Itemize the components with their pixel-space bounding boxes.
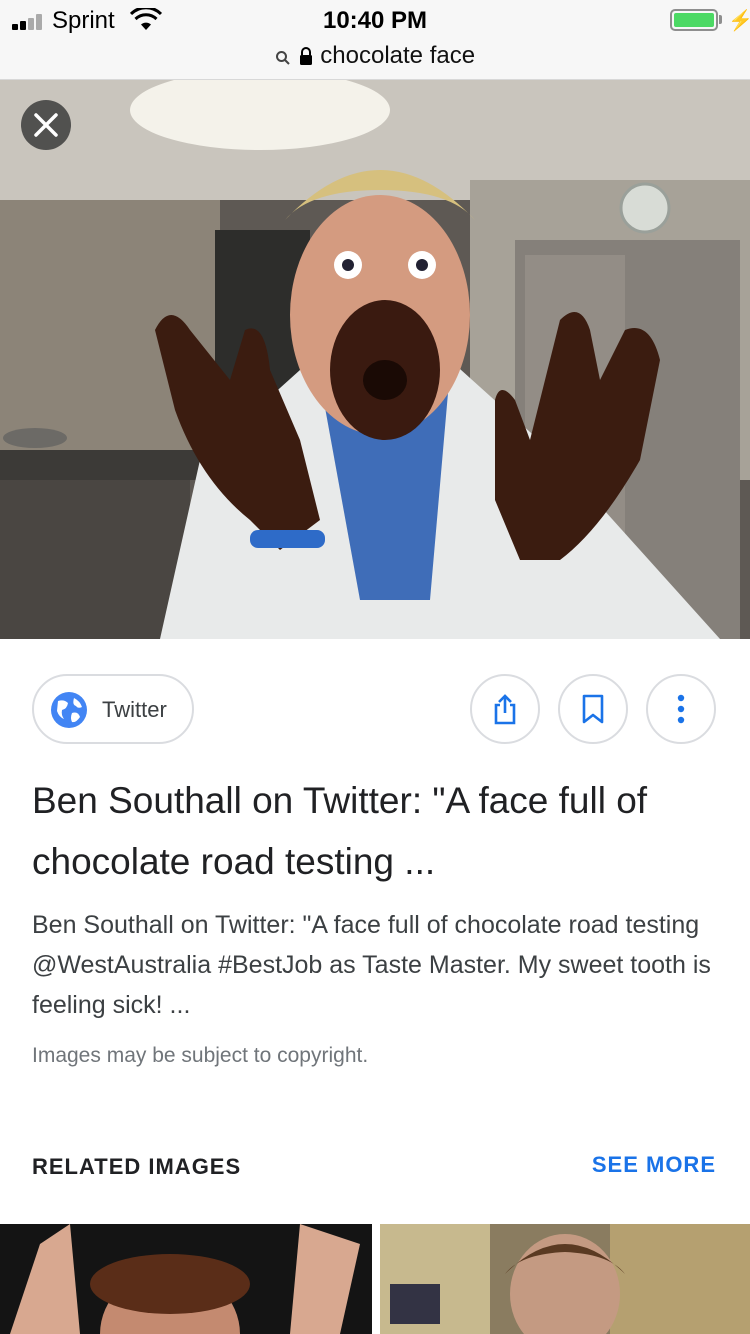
source-chip[interactable]: Twitter	[32, 674, 194, 744]
save-button[interactable]	[558, 674, 628, 744]
battery-icon	[670, 9, 718, 31]
globe-icon	[51, 692, 87, 728]
search-icon	[275, 51, 290, 65]
close-button[interactable]	[21, 100, 71, 150]
share-button[interactable]	[470, 674, 540, 744]
bookmark-icon	[582, 694, 604, 724]
source-label: Twitter	[102, 697, 167, 722]
result-image[interactable]	[0, 80, 750, 639]
battery-nub	[719, 15, 722, 24]
clock: 10:40 PM	[322, 7, 428, 34]
related-image-thumbnail[interactable]	[0, 1224, 372, 1334]
share-icon	[494, 694, 516, 725]
url-query: chocolate face	[320, 42, 476, 69]
url-bar[interactable]: chocolate face	[0, 40, 750, 80]
more-options-button[interactable]	[646, 674, 716, 744]
lock-icon	[299, 47, 312, 65]
close-icon	[34, 113, 58, 137]
status-bar: Sprint 10:40 PM ⚡	[0, 0, 750, 40]
more-vert-icon	[677, 694, 685, 724]
charging-icon: ⚡	[728, 10, 750, 32]
related-images-heading: RELATED IMAGES	[32, 1154, 242, 1179]
url-display[interactable]: chocolate face	[0, 42, 750, 70]
related-image-thumbnail[interactable]	[380, 1224, 750, 1334]
see-more-link[interactable]: SEE MORE	[592, 1152, 716, 1178]
result-title[interactable]: Ben Southall on Twitter: "A face full of…	[32, 770, 722, 892]
result-snippet: Ben Southall on Twitter: "A face full of…	[32, 911, 711, 1019]
copyright-notice: Images may be subject to copyright.	[32, 1044, 369, 1067]
